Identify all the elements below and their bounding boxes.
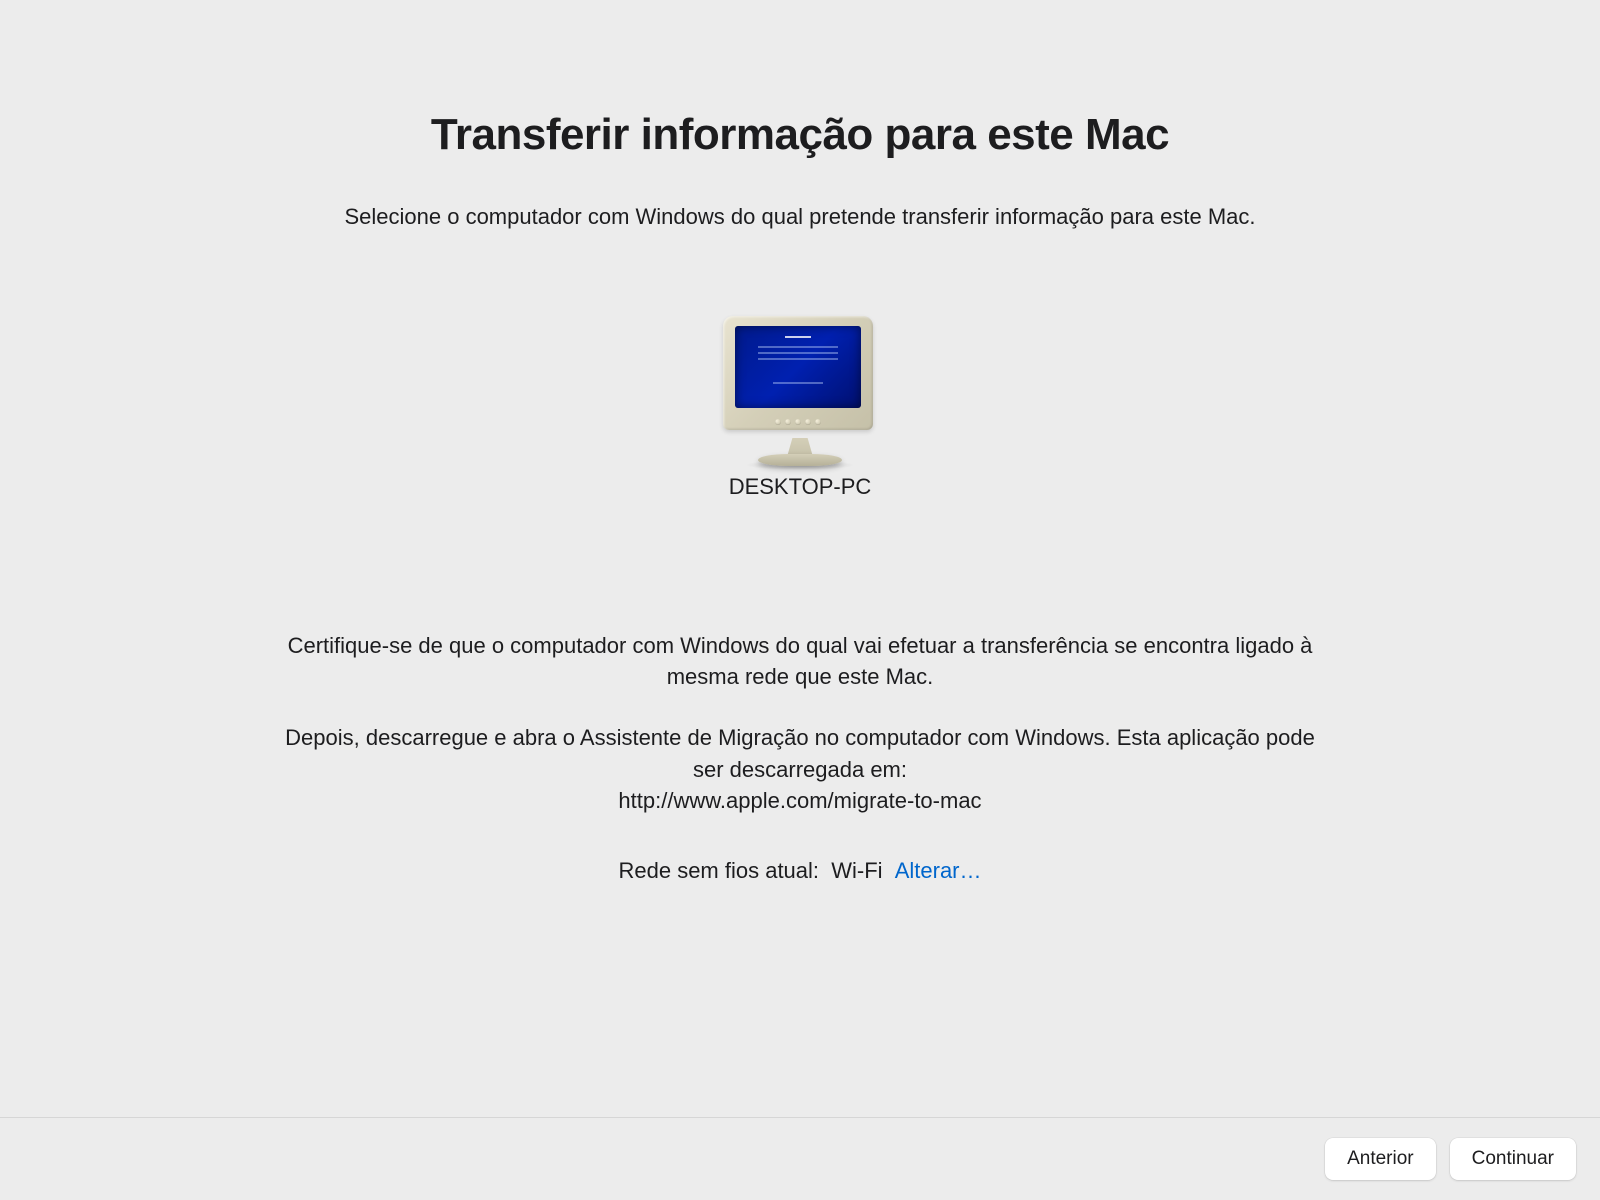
source-device-option[interactable]: DESKTOP-PC bbox=[713, 306, 887, 510]
instruction-download-text: Depois, descarregue e abra o Assistente … bbox=[285, 725, 1315, 781]
main-content: Transferir informação para este Mac Sele… bbox=[0, 0, 1600, 1117]
pc-monitor-icon bbox=[723, 316, 877, 466]
network-value: Wi-Fi bbox=[831, 858, 882, 883]
instruction-download: Depois, descarregue e abra o Assistente … bbox=[270, 722, 1330, 816]
page-title: Transferir informação para este Mac bbox=[431, 110, 1169, 160]
footer-bar: Anterior Continuar bbox=[0, 1117, 1600, 1200]
continue-button[interactable]: Continuar bbox=[1450, 1138, 1576, 1180]
page-subtitle: Selecione o computador com Windows do qu… bbox=[344, 204, 1255, 230]
migration-assistant-window: Transferir informação para este Mac Sele… bbox=[0, 0, 1600, 1200]
instruction-download-url: http://www.apple.com/migrate-to-mac bbox=[618, 788, 981, 813]
instruction-network: Certifique-se de que o computador com Wi… bbox=[270, 630, 1330, 692]
change-network-link[interactable]: Alterar… bbox=[895, 858, 982, 883]
current-network-row: Rede sem fios atual: Wi-Fi Alterar… bbox=[270, 858, 1330, 884]
back-button[interactable]: Anterior bbox=[1325, 1138, 1436, 1180]
device-name-label: DESKTOP-PC bbox=[729, 474, 872, 500]
network-label: Rede sem fios atual: bbox=[618, 858, 819, 883]
instructions-block: Certifique-se de que o computador com Wi… bbox=[270, 630, 1330, 884]
